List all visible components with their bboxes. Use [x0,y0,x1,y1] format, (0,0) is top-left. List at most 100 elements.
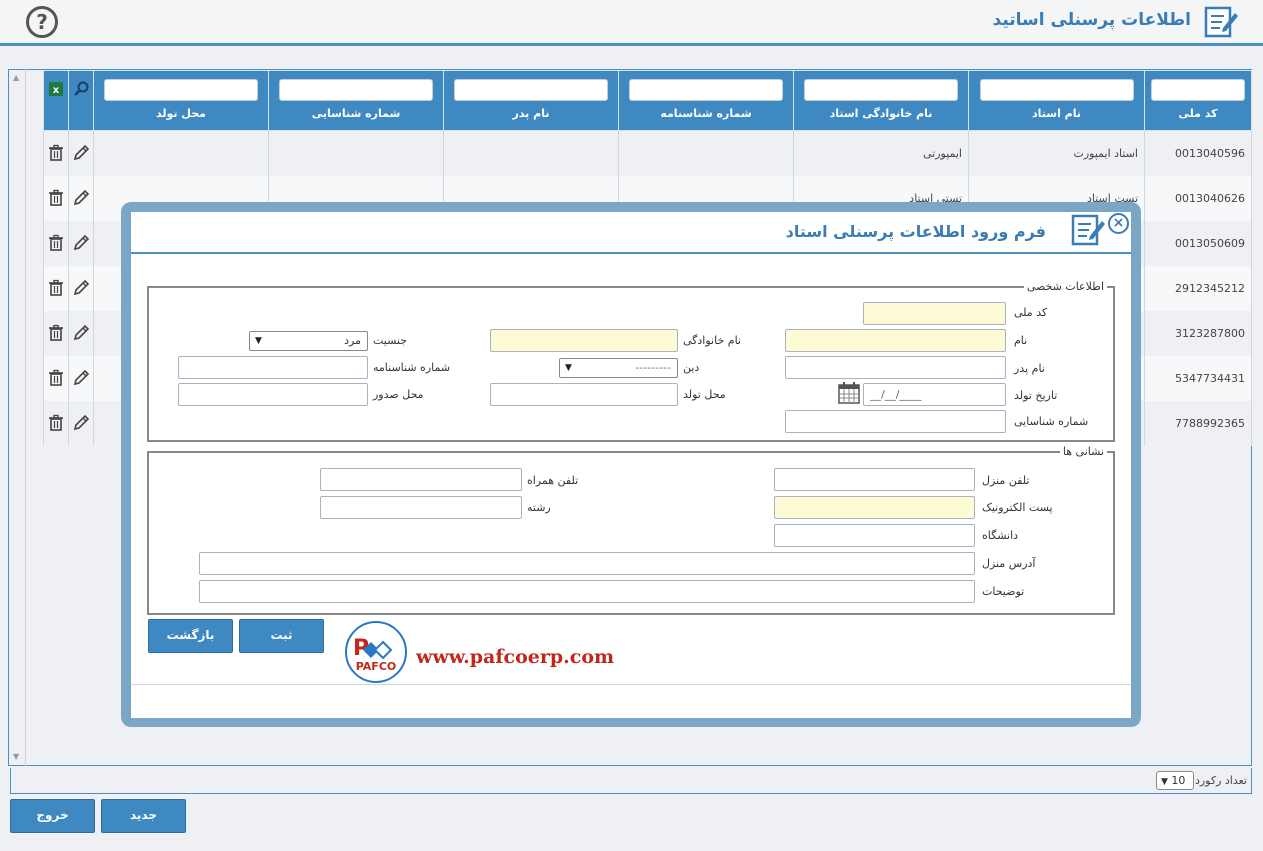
university-label: دانشگاه [982,529,1019,542]
trash-icon[interactable] [47,279,65,297]
pencil-icon[interactable] [72,324,90,342]
birth-date-field[interactable]: __/__/____ [863,383,1006,406]
pencil-icon[interactable] [72,369,90,387]
delete-cell [43,175,69,221]
search-header[interactable] [68,70,94,131]
excel-export-header[interactable]: x [43,70,69,131]
filter-father-name[interactable] [454,79,608,101]
university-field[interactable] [774,524,975,547]
edit-cell [68,355,94,401]
trash-icon[interactable] [47,414,65,432]
trash-icon[interactable] [47,369,65,387]
close-icon[interactable]: × [1108,213,1129,234]
birth-date-label: تاریخ تولد [1014,389,1058,402]
form-edit-icon [1071,214,1105,246]
gender-value: مرد [344,334,361,347]
trash-icon[interactable] [47,144,65,162]
column-label: شماره شناسنامه [660,107,752,120]
column-header-first-name: نام استاد [968,70,1145,131]
svg-text:x: x [53,85,60,96]
column-label: محل تولد [156,107,206,120]
record-count-select[interactable]: ▼ 10 [1156,771,1194,790]
edit-cell [68,130,94,176]
table-row[interactable]: ایمپورتی استاد ایمپورت 0013040596 [43,130,1252,176]
id-no-label: شماره شناسایی [1014,415,1089,428]
delete-cell [43,355,69,401]
column-label: کد ملی [1178,107,1218,120]
field-field[interactable] [320,496,522,519]
website-link[interactable]: www.pafcoerp.com [416,646,614,668]
column-header-birth-place: محل تولد [93,70,269,131]
filter-national-code[interactable] [1151,79,1245,101]
religion-value: --------- [635,361,671,374]
issue-place-label: محل صدور [373,388,424,401]
filter-first-name[interactable] [979,79,1134,101]
delete-cell [43,310,69,356]
issue-place-field[interactable] [178,383,368,406]
search-icon[interactable] [73,81,89,97]
new-button[interactable]: جدید [101,799,186,833]
back-button[interactable]: بازگشت [148,619,233,653]
address-legend: نشانی ها [1062,445,1104,458]
column-header-birth-cert: شماره شناسنامه [618,70,794,131]
notes-field[interactable] [199,580,975,603]
form-edit-icon [1204,6,1238,38]
delete-cell [43,130,69,176]
trash-icon[interactable] [47,189,65,207]
birth-cert-field[interactable] [178,356,368,379]
excel-export-icon[interactable]: x [48,81,64,97]
gender-label: جنسیت [373,334,408,347]
cell-national-code: 7788992365 [1144,400,1252,446]
pencil-icon[interactable] [72,414,90,432]
cell-last-name: ایمپورتی [793,130,969,176]
home-phone-field[interactable] [774,468,975,491]
last-name-field[interactable] [490,329,678,352]
scroll-down-arrow-icon[interactable]: ▼ [13,752,19,761]
logo-text: PAFCO [356,660,397,673]
filter-last-name[interactable] [804,79,958,101]
scroll-up-arrow-icon[interactable]: ▲ [13,73,19,82]
submit-button[interactable]: ثبت [239,619,324,653]
help-icon[interactable]: ? [26,6,58,38]
birth-place-field[interactable] [490,383,678,406]
chevron-down-icon: ▼ [255,336,262,346]
exit-button[interactable]: خروج [10,799,95,833]
chevron-down-icon: ▼ [565,363,572,373]
gender-select[interactable]: ▼ مرد [249,331,368,351]
modal-title-divider [131,252,1131,254]
cell-national-code: 5347734431 [1144,355,1252,401]
trash-icon[interactable] [47,324,65,342]
religion-select[interactable]: ▼ --------- [559,358,678,378]
email-field[interactable] [774,496,975,519]
edit-cell [68,310,94,356]
column-header-national-code: کد ملی [1144,70,1252,131]
pencil-icon[interactable] [72,234,90,252]
pencil-icon[interactable] [72,279,90,297]
national-code-field[interactable] [863,302,1006,325]
personal-info-legend: اطلاعات شخصی [1026,280,1104,293]
column-label: شماره شناسایی [311,107,401,120]
father-name-field[interactable] [785,356,1006,379]
calendar-icon[interactable] [837,381,861,405]
column-label: نام پدر [512,107,550,120]
edit-cell [68,175,94,221]
notes-label: توضیحات [982,585,1025,598]
father-name-label: نام پدر [1014,362,1045,375]
grid-scrollbar[interactable] [8,69,26,766]
pafco-logo: P PAFCO [345,621,407,683]
first-name-field[interactable] [785,329,1006,352]
home-phone-label: تلفن منزل [982,474,1030,487]
id-no-field[interactable] [785,410,1006,433]
record-count-label: تعداد رکورد : [1187,774,1247,787]
filter-birth-place[interactable] [104,79,258,101]
delete-cell [43,265,69,311]
pencil-icon[interactable] [72,189,90,207]
column-header-father-name: نام پدر [443,70,619,131]
filter-birth-cert[interactable] [629,79,783,101]
modal-title: فرم ورود اطلاعات پرسنلی استاد [785,222,1046,241]
home-address-field[interactable] [199,552,975,575]
pencil-icon[interactable] [72,144,90,162]
mobile-field[interactable] [320,468,522,491]
filter-id-no[interactable] [279,79,433,101]
trash-icon[interactable] [47,234,65,252]
